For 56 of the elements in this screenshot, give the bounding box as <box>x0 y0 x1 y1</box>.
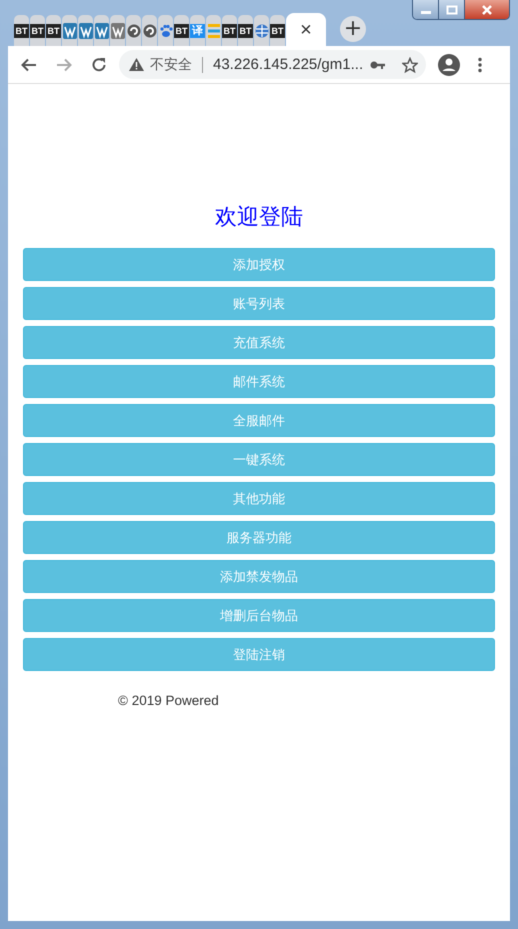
address-bar[interactable]: 不安全 43.226.145.225/gm1... <box>119 50 426 79</box>
minimize-button[interactable] <box>413 0 439 19</box>
browser-tab[interactable] <box>158 15 173 46</box>
paw-icon <box>158 24 172 38</box>
browser-tab[interactable]: BT <box>238 15 253 46</box>
menu-button[interactable]: 邮件系统 <box>23 365 495 398</box>
maximize-button[interactable] <box>439 0 465 19</box>
menu-button[interactable]: 全服邮件 <box>23 404 495 437</box>
menu-icon[interactable] <box>477 56 483 72</box>
menu-button[interactable]: 服务器功能 <box>23 521 495 554</box>
browser-tab[interactable] <box>62 15 77 46</box>
browser-tab[interactable]: BT <box>174 15 189 46</box>
wordpress-icon <box>94 22 108 38</box>
browser-tab[interactable] <box>110 15 125 46</box>
menu-button[interactable]: 添加授权 <box>23 248 495 281</box>
browser-tab[interactable]: BT <box>270 15 285 46</box>
wordpress-icon <box>62 22 76 38</box>
star-icon[interactable] <box>402 56 418 72</box>
browser-tab[interactable] <box>254 15 269 46</box>
menu-button[interactable]: 账号列表 <box>23 287 495 320</box>
close-tab-button[interactable]: × <box>300 20 312 40</box>
minimize-icon <box>420 10 430 14</box>
wordpress-icon <box>110 22 124 38</box>
browser-tab[interactable]: BT <box>222 15 237 46</box>
browser-tab[interactable]: BT <box>14 15 29 46</box>
menu-button[interactable]: 添加禁发物品 <box>23 560 495 593</box>
menu-button[interactable]: 充值系统 <box>23 326 495 359</box>
menu-button[interactable]: 一键系统 <box>23 443 495 476</box>
url-text: 43.226.145.225/gm1... <box>213 56 364 73</box>
browser-tab[interactable] <box>94 15 109 46</box>
menu-button[interactable]: 登陆注销 <box>23 638 495 671</box>
globe-icon <box>254 24 268 38</box>
bars-icon <box>208 22 220 38</box>
key-icon[interactable] <box>370 60 386 70</box>
wordpress-icon <box>78 22 92 38</box>
menu-button[interactable]: 增删后台物品 <box>23 599 495 632</box>
profile-icon[interactable] <box>438 54 460 76</box>
reload-icon[interactable] <box>90 56 108 74</box>
browser-tab[interactable]: BT <box>46 15 61 46</box>
close-icon <box>480 4 494 14</box>
menu-button[interactable]: 其他功能 <box>23 482 495 515</box>
browser-tab[interactable]: BT <box>30 15 45 46</box>
security-label: 不安全 <box>150 56 192 74</box>
swirl-icon <box>126 24 140 38</box>
browser-tab[interactable] <box>78 15 93 46</box>
browser-tab[interactable] <box>126 15 141 46</box>
browser-tab[interactable] <box>142 15 157 46</box>
new-tab-button[interactable]: + <box>340 16 366 42</box>
maximize-icon <box>444 4 458 14</box>
close-window-button[interactable] <box>465 0 509 19</box>
copyright-text: © 2019 Powered <box>118 693 220 708</box>
page-title: 欢迎登陆 <box>214 203 304 231</box>
browser-tab[interactable]: 译 <box>190 15 205 46</box>
swirl-icon <box>142 24 156 38</box>
browser-tab[interactable]: × <box>286 13 326 46</box>
warning-icon <box>129 58 144 71</box>
